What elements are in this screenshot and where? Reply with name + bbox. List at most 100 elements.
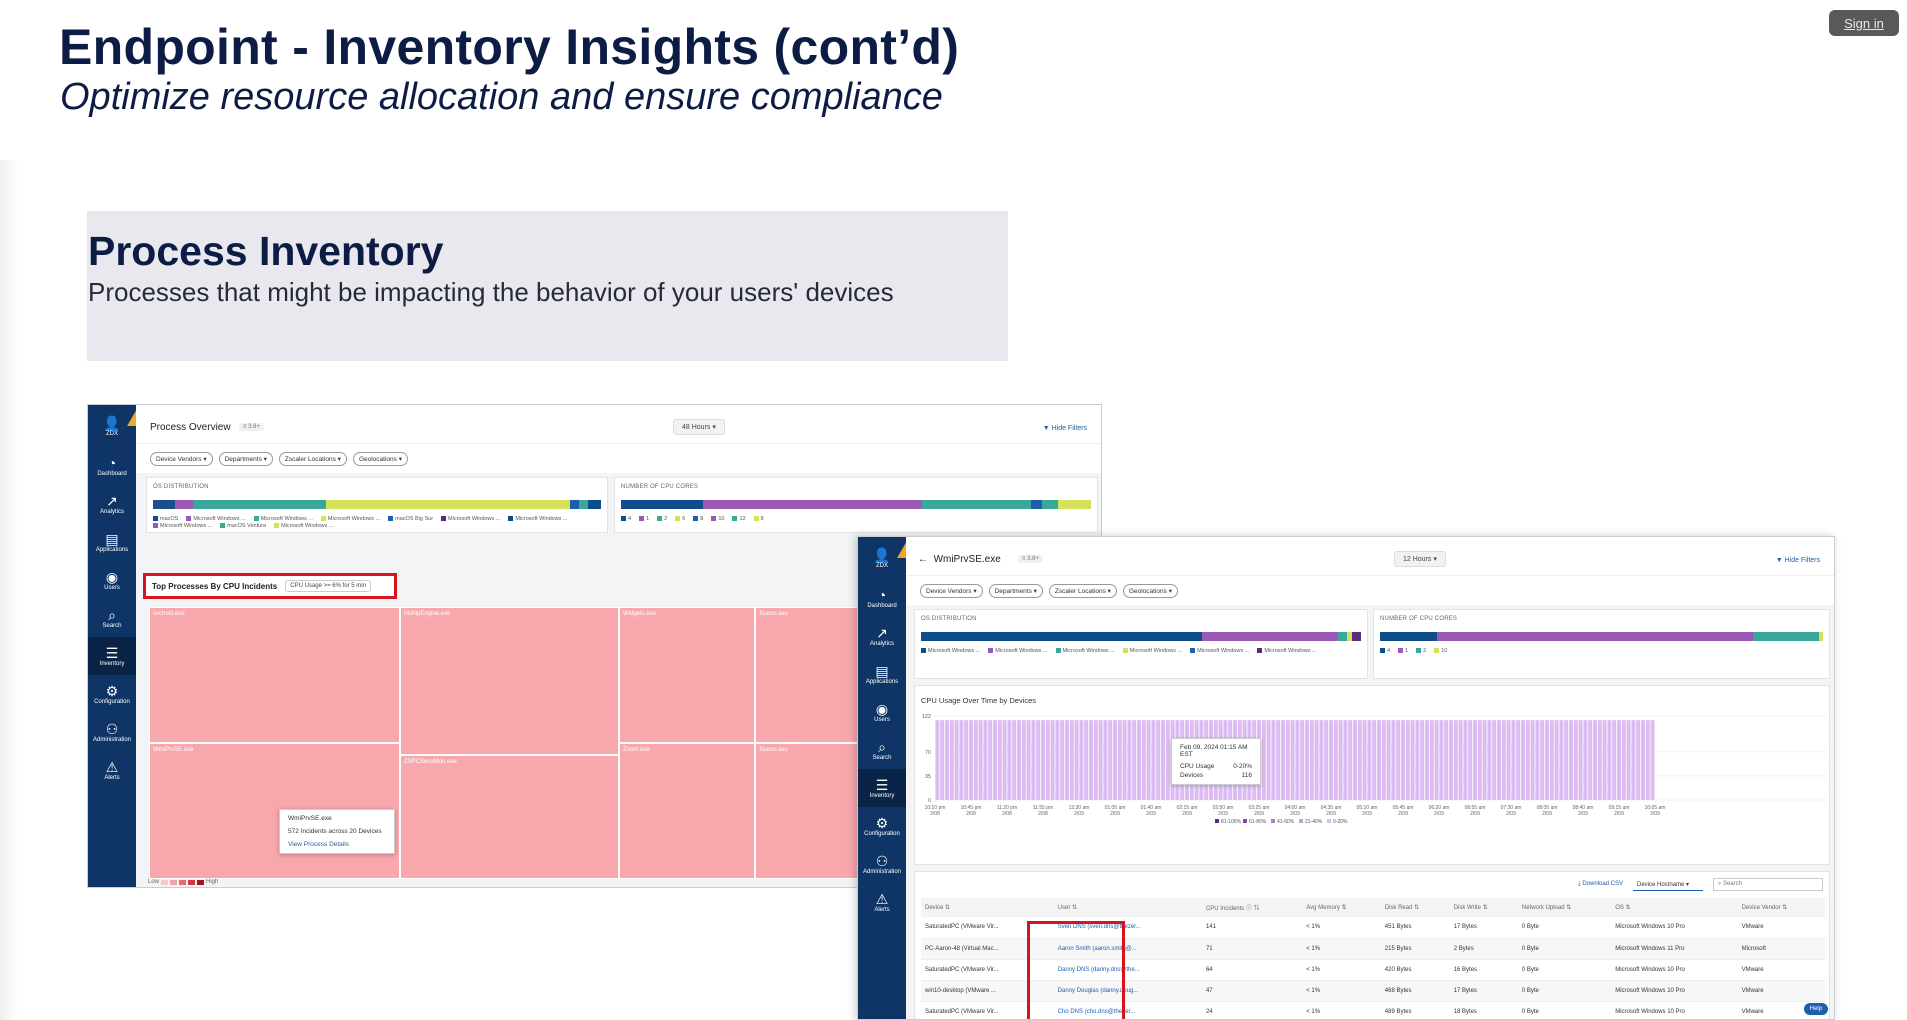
table-cell: 17 Bytes <box>1449 917 1518 939</box>
filter-bar: Device Vendors Departments Zscaler Locatio… <box>906 575 1834 605</box>
sign-in-button[interactable]: Sign in <box>1829 10 1899 36</box>
filter-device-vendors[interactable]: Device Vendors <box>920 583 983 598</box>
chart-bar <box>1650 720 1655 800</box>
treemap-cell[interactable]: Zoom.exe <box>619 743 755 879</box>
treemap-cell[interactable]: MsMpEngine.exe <box>400 607 619 755</box>
sidebar-item-label: Applications <box>865 678 899 685</box>
table-cell: Microsoft Windows 10 Pro <box>1611 917 1738 939</box>
table-cell: 16 Bytes <box>1449 959 1518 981</box>
view-process-details-link[interactable]: View Process Details <box>288 841 386 848</box>
hide-filters-link[interactable]: ▼ Hide Filters <box>1776 557 1820 564</box>
chart-bar <box>1285 720 1290 800</box>
filter-departments[interactable]: Departments <box>988 583 1043 598</box>
administration-icon: ⚇ <box>105 720 119 737</box>
sidebar-item-analytics[interactable]: ↗ Analytics <box>858 617 906 655</box>
sidebar-item-dashboard[interactable]: ◔ Dashboard <box>88 447 136 485</box>
filter-device-vendors[interactable]: Device Vendors <box>150 451 213 466</box>
filter-zscaler-locations[interactable]: Zscaler Locations <box>278 451 347 466</box>
column-header[interactable]: OS ⇅ <box>1611 898 1738 917</box>
chart-bar <box>1492 720 1497 800</box>
chart-bar <box>1559 720 1564 800</box>
sidebar-item-configuration[interactable]: ⚙ Configuration <box>88 675 136 713</box>
inventory-icon: ☰ <box>105 644 119 661</box>
search-input[interactable]: ⌕ Search <box>1713 878 1823 891</box>
legend-item: 8 <box>693 516 703 522</box>
hide-filters-link[interactable]: ▼ Hide Filters <box>1043 425 1087 432</box>
filter-geolocations[interactable]: Geolocations <box>352 451 408 466</box>
sidebar-item-alerts[interactable]: ⚠ Alerts <box>88 751 136 789</box>
column-header[interactable]: Device ⇅ <box>921 898 1054 917</box>
table-cell: Microsoft Windows 11 Pro <box>1611 938 1738 960</box>
chart-bar <box>1602 720 1607 800</box>
treemap-cell[interactable]: ZSPCSecuMon.exe <box>400 755 619 879</box>
dashboard-icon: ◔ <box>877 586 887 603</box>
column-header[interactable]: CPU Incidents ⓘ ⇅ <box>1201 898 1303 917</box>
chart-bar <box>959 720 964 800</box>
chart-bar <box>1069 720 1074 800</box>
chart-bar <box>1357 720 1362 800</box>
back-arrow-icon[interactable]: ← <box>918 554 928 565</box>
treemap-cell[interactable]: Widgets.exe <box>619 607 755 743</box>
chart-bar <box>1324 720 1329 800</box>
column-select[interactable]: Device Hostname ▾ <box>1633 879 1703 891</box>
process-detail-screenshot: 👤 ZDX ◔ Dashboard ↗ Analytics ▤ Applications ◉ Us… <box>857 536 1835 1020</box>
chart-bar <box>1501 720 1506 800</box>
sidebar-item-inventory[interactable]: ☰ Inventory <box>88 637 136 675</box>
sidebar-item-configuration[interactable]: ⚙ Configuration <box>858 807 906 845</box>
x-tick-date: 2/08 <box>930 811 940 817</box>
sidebar-item-label: Analytics <box>99 508 124 515</box>
column-header[interactable]: Avg Memory ⇅ <box>1302 898 1381 917</box>
sidebar-item-applications[interactable]: ▤ Applications <box>858 655 906 693</box>
page-title: Endpoint - Inventory Insights (cont’d) <box>59 19 960 75</box>
table-cell: Microsoft Windows 10 Pro <box>1611 1001 1738 1019</box>
legend-item: Microsoft Windows ... <box>921 648 980 654</box>
time-range-select[interactable]: 48 Hours ▾ <box>673 419 725 435</box>
chart-bar <box>1583 720 1588 800</box>
chart-bar <box>1645 720 1650 800</box>
os-distribution-card: OS DISTRIBUTION Microsoft Windows ... Mic… <box>914 609 1368 679</box>
chart-bar <box>1093 720 1098 800</box>
filter-zscaler-locations[interactable]: Zscaler Locations <box>1048 583 1117 598</box>
sidebar-item-alerts[interactable]: ⚠ Alerts <box>858 883 906 921</box>
column-header[interactable]: Disk Write ⇅ <box>1449 898 1518 917</box>
chart-bar <box>1281 720 1285 800</box>
sidebar-item-search[interactable]: ⌕ Search <box>88 599 136 637</box>
sidebar-item-dashboard[interactable]: ◔ Dashboard <box>858 579 906 617</box>
sidebar-item-users[interactable]: ◉ Users <box>858 693 906 731</box>
chart-bar <box>1319 720 1324 800</box>
treemap-cell[interactable]: svchost.exe <box>149 607 400 743</box>
x-tick-date: 2/09 <box>1218 811 1228 817</box>
users-icon: ◉ <box>875 700 889 717</box>
left-shade <box>0 160 18 1020</box>
sidebar-item-analytics[interactable]: ↗ Analytics <box>88 485 136 523</box>
table-cell: 24 <box>1201 1001 1303 1019</box>
header: Process Overview ≡ 3.8+ 48 Hours ▾ ▼ Hid… <box>136 405 1101 443</box>
chart-bar <box>1146 720 1151 800</box>
filter-geolocations[interactable]: Geolocations <box>1122 583 1178 598</box>
top-processes-header: Top Processes By CPU Incidents CPU Usage… <box>143 573 397 599</box>
sidebar-item-administration[interactable]: ⚇ Administration <box>858 845 906 883</box>
cpu-usage-filter[interactable]: CPU Usage >= 6% for 5 min <box>285 580 371 592</box>
heat-scale: Low High <box>148 879 219 885</box>
column-header[interactable]: Device Vendor ⇅ <box>1737 898 1825 917</box>
x-tick-date: 2/09 <box>1542 811 1552 817</box>
legend-item: 2 <box>1416 648 1426 654</box>
sidebar-item-inventory[interactable]: ☰ Inventory <box>858 769 906 807</box>
chart-bar <box>1295 720 1300 800</box>
sidebar-item-applications[interactable]: ▤ Applications <box>88 523 136 561</box>
column-header[interactable]: User ⇅ <box>1053 898 1202 917</box>
time-range-select[interactable]: 12 Hours ▾ <box>1394 551 1446 567</box>
chart-bar <box>1041 720 1045 800</box>
sidebar-item-search[interactable]: ⌕ Search <box>858 731 906 769</box>
sidebar-item-users[interactable]: ◉ Users <box>88 561 136 599</box>
sidebar-item-label: Administration <box>92 736 131 743</box>
legend-item: 1 <box>1398 648 1408 654</box>
filter-departments[interactable]: Departments <box>218 451 273 466</box>
column-header[interactable]: Disk Read ⇅ <box>1380 898 1450 917</box>
column-header[interactable]: Network Upload ⇅ <box>1517 898 1612 917</box>
sidebar-item-administration[interactable]: ⚇ Administration <box>88 713 136 751</box>
download-csv-button[interactable]: ⤓ Download CSV <box>1578 881 1623 888</box>
x-tick-date: 2/09 <box>1290 811 1300 817</box>
help-button[interactable]: Help <box>1803 1003 1828 1015</box>
search-icon: ⌕ <box>108 606 116 623</box>
